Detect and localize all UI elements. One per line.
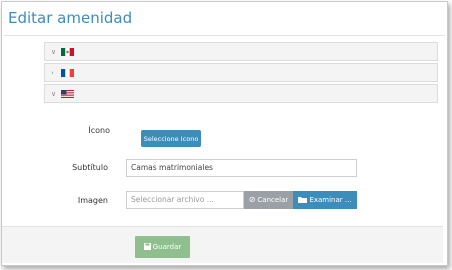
dialog-title: Editar amenidad bbox=[8, 9, 133, 27]
folder-icon bbox=[298, 196, 308, 205]
title-divider bbox=[4, 35, 445, 36]
subtitle-input[interactable]: Camas matrimoniales bbox=[126, 159, 357, 177]
dialog-footer bbox=[2, 226, 443, 263]
chevron-down-icon: ∨ bbox=[51, 48, 57, 56]
browse-file-label: Examinar ... bbox=[309, 196, 352, 204]
language-row-usa[interactable]: ∨ bbox=[44, 84, 438, 103]
chevron-down-icon: ∨ bbox=[51, 90, 57, 98]
browse-file-button[interactable]: Examinar ... bbox=[293, 191, 357, 209]
save-label: Guardar bbox=[152, 243, 182, 251]
language-row-france[interactable]: › bbox=[44, 63, 438, 82]
language-row-mexico[interactable]: ∨ bbox=[44, 42, 438, 61]
mexico-flag-icon bbox=[61, 48, 74, 56]
ban-icon: ⊘ bbox=[248, 195, 256, 204]
subtitle-label: Subtítulo bbox=[72, 163, 108, 172]
chevron-right-icon: › bbox=[51, 69, 54, 77]
france-flag-icon bbox=[61, 69, 74, 77]
image-label: Imagen bbox=[77, 196, 108, 205]
cancel-file-label: Cancelar bbox=[257, 196, 289, 204]
select-icon-button[interactable]: Seleccione Icono bbox=[141, 130, 201, 147]
cancel-file-button[interactable]: ⊘ Cancelar bbox=[244, 191, 293, 209]
icon-label: Ícono bbox=[88, 126, 110, 135]
usa-flag-icon bbox=[61, 90, 74, 98]
image-file-input[interactable]: Seleccionar archivo ... bbox=[126, 191, 244, 209]
save-icon bbox=[143, 242, 151, 252]
save-button[interactable]: Guardar bbox=[135, 236, 190, 258]
